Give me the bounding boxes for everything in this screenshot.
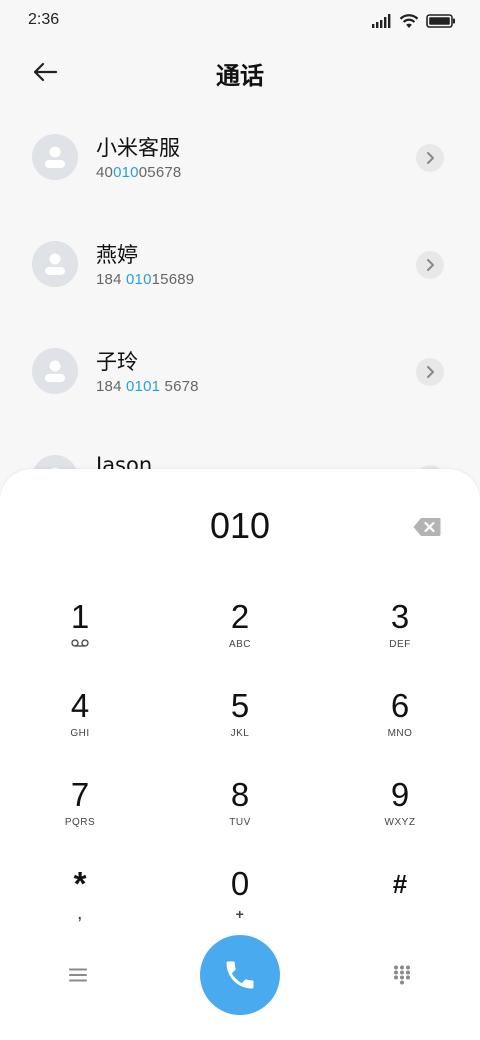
status-time: 2:36: [28, 11, 60, 28]
key-2[interactable]: 2 ABC: [180, 589, 300, 669]
person-icon: [45, 146, 65, 168]
menu-button[interactable]: [58, 955, 98, 995]
contact-detail-button[interactable]: [416, 358, 444, 386]
key-letters: TUV: [229, 817, 251, 828]
key-letters: [20, 639, 140, 653]
call-button[interactable]: [200, 935, 280, 1015]
chevron-right-icon: [427, 366, 434, 378]
phone-icon: [226, 961, 254, 989]
key-digit: 9: [390, 776, 410, 813]
key-digit: 0: [230, 865, 250, 902]
status-bar: 2:36: [0, 0, 480, 42]
key-digit: *: [73, 865, 87, 902]
person-icon: [45, 360, 65, 382]
backspace-button[interactable]: [410, 515, 444, 539]
contact-name: 小米客服: [96, 136, 180, 160]
status-icons: [372, 12, 456, 30]
contact-detail-button[interactable]: [416, 251, 444, 279]
key-letters: ,: [77, 906, 83, 922]
number-part: 5678: [160, 378, 199, 395]
page-title: 通话: [216, 62, 264, 90]
number-part: 15689: [151, 271, 195, 288]
key-digit: 6: [390, 687, 410, 724]
dialpad-panel: 010 1 2 ABC 3 DEF 4 GHI 5 JKL 6 MNO 7 PQ…: [0, 469, 480, 1040]
key-digit: 2: [230, 598, 250, 635]
number-match-highlight: 010: [113, 164, 139, 181]
key-letters: JKL: [230, 728, 250, 739]
key-8[interactable]: 8 TUV: [180, 767, 300, 847]
key-digit: #: [392, 869, 408, 899]
number-part: 05678: [138, 164, 182, 181]
number-match-highlight: 010: [126, 271, 152, 288]
person-icon: [45, 253, 65, 275]
key-7[interactable]: 7 PQRS: [20, 767, 140, 847]
dialpad-action-bar: [0, 935, 480, 1015]
header: 通话: [0, 42, 480, 102]
wifi-icon: [399, 13, 419, 28]
keypad-icon: [394, 965, 410, 985]
key-9[interactable]: 9 WXYZ: [340, 767, 460, 847]
number-part: 184: [96, 378, 126, 395]
key-letters: MNO: [387, 728, 413, 739]
key-digit: 1: [70, 598, 90, 635]
contact-name: 子玲: [96, 350, 138, 374]
avatar: [32, 241, 78, 287]
signal-icon: [372, 14, 391, 28]
key-letters: ABC: [228, 639, 252, 650]
key-letters: PQRS: [64, 817, 96, 828]
contact-number: 4001005678: [96, 164, 181, 181]
key-digit: 4: [70, 687, 90, 724]
dialed-number: 010: [209, 505, 271, 546]
key-digit: 8: [230, 776, 250, 813]
key-4[interactable]: 4 GHI: [20, 678, 140, 758]
key-letters: +: [235, 906, 245, 922]
battery-icon: [426, 14, 455, 28]
avatar: [32, 348, 78, 394]
voicemail-icon: [71, 639, 89, 647]
contact-number: 184 01015689: [96, 271, 194, 288]
key-letters: [340, 906, 460, 920]
avatar: [32, 134, 78, 180]
number-part: 40: [96, 164, 114, 181]
key-1[interactable]: 1: [20, 589, 140, 669]
key-star[interactable]: * ,: [20, 856, 140, 936]
number-part: 184: [96, 271, 126, 288]
contact-list: 小米客服 4001005678 燕婷 184 01015689 子玲 184 0…: [0, 104, 480, 532]
number-match-highlight: 0101: [126, 378, 161, 395]
key-hash[interactable]: #: [340, 856, 460, 936]
key-letters: WXYZ: [384, 817, 416, 828]
contact-item[interactable]: 小米客服 4001005678: [0, 104, 480, 211]
key-6[interactable]: 6 MNO: [340, 678, 460, 758]
key-3[interactable]: 3 DEF: [340, 589, 460, 669]
contact-number: 184 0101 5678: [96, 378, 199, 395]
contact-name: 燕婷: [96, 243, 138, 267]
chevron-right-icon: [427, 259, 434, 271]
contact-item[interactable]: 燕婷 184 01015689: [0, 211, 480, 318]
key-5[interactable]: 5 JKL: [180, 678, 300, 758]
backspace-icon: [413, 518, 441, 536]
chevron-right-icon: [427, 152, 434, 164]
key-digit: 3: [390, 598, 410, 635]
key-digit: 5: [230, 687, 250, 724]
contact-item[interactable]: 子玲 184 0101 5678: [0, 318, 480, 425]
key-letters: DEF: [389, 639, 411, 650]
keypad-toggle-button[interactable]: [382, 955, 422, 995]
key-digit: 7: [70, 776, 90, 813]
contact-detail-button[interactable]: [416, 144, 444, 172]
key-0[interactable]: 0 +: [180, 856, 300, 936]
key-letters: GHI: [70, 728, 90, 739]
menu-icon: [69, 968, 87, 982]
